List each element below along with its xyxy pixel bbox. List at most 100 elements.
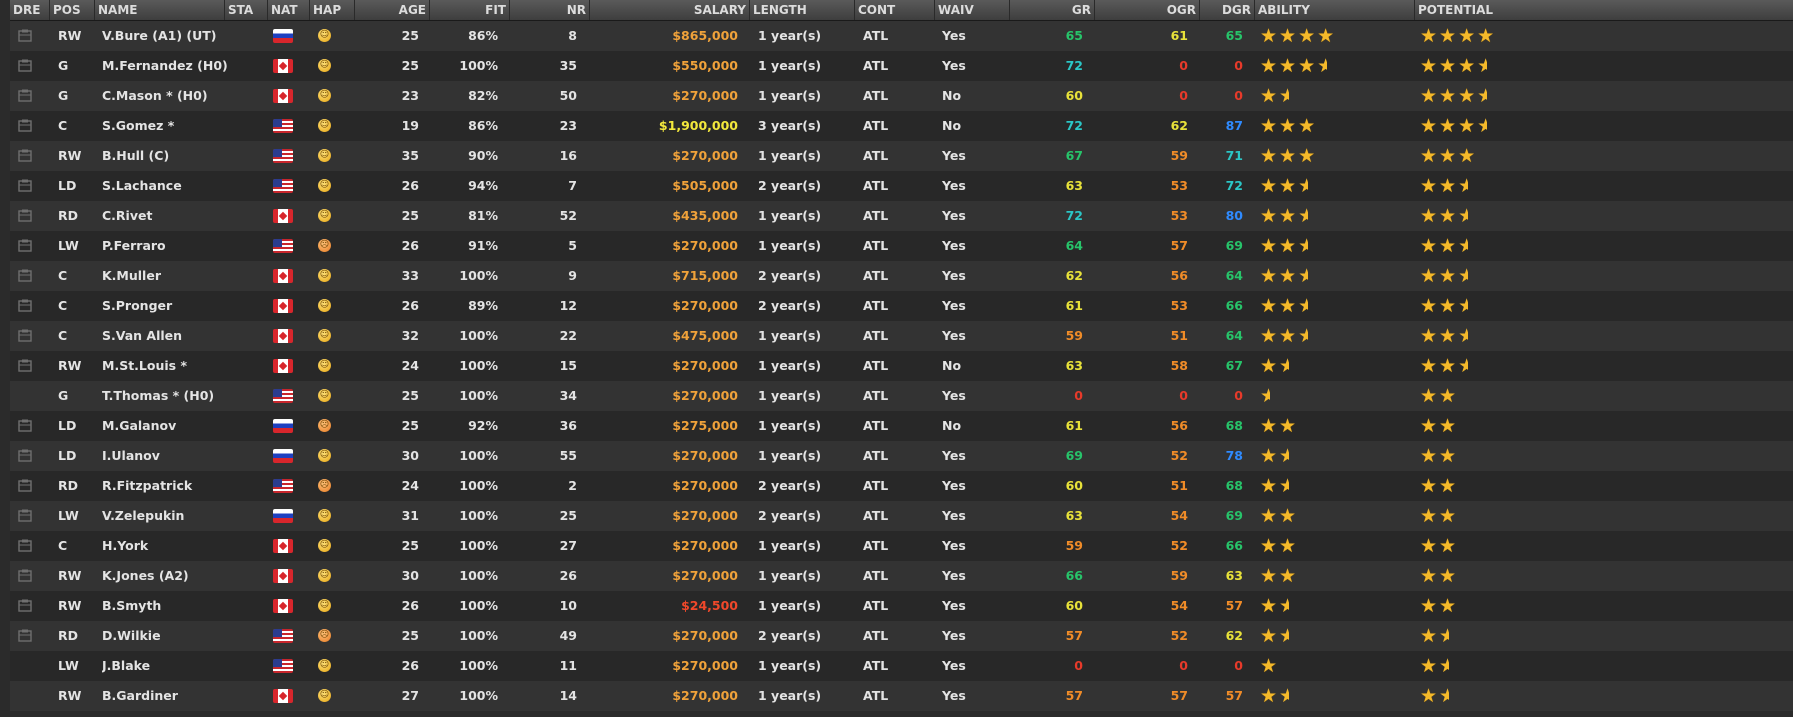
dressed-icon[interactable] xyxy=(18,359,32,372)
cell-name[interactable]: S.Pronger xyxy=(102,291,227,321)
col-fit[interactable]: FIT xyxy=(430,0,510,20)
cell-name[interactable]: T.Thomas * (H0) xyxy=(102,381,227,411)
cell-name[interactable]: K.Muller xyxy=(102,261,227,291)
star-icon: ★ xyxy=(1298,145,1318,167)
cell-name[interactable]: V.Zelepukin xyxy=(102,501,227,531)
col-length[interactable]: LENGTH xyxy=(750,0,855,20)
dressed-icon[interactable] xyxy=(18,569,32,582)
cell-name[interactable]: S.Van Allen xyxy=(102,321,227,351)
half-star-icon: ★ xyxy=(1458,291,1468,321)
col-dgr[interactable]: DGR xyxy=(1200,0,1255,20)
cell-name[interactable]: S.Lachance xyxy=(102,171,227,201)
flag-us-icon xyxy=(273,149,293,163)
table-row[interactable]: C S.Van Allen ☺ 32 100% 22 $475,000 1 year(s) AT… xyxy=(10,321,1793,351)
dressed-icon[interactable] xyxy=(18,269,32,282)
table-row[interactable]: RD D.Wilkie ☹ 25 100% 49 $270,000 2 year(s) ATL Y… xyxy=(10,621,1793,651)
dressed-icon[interactable] xyxy=(18,479,32,492)
dressed-icon[interactable] xyxy=(18,449,32,462)
cell-name[interactable]: M.St.Louis * xyxy=(102,351,227,381)
dressed-icon[interactable] xyxy=(18,629,32,642)
cell-length: 2 year(s) xyxy=(758,298,822,313)
star-icon: ★ xyxy=(1420,655,1440,677)
cell-name[interactable]: K.Jones (A2) xyxy=(102,561,227,591)
col-potential[interactable]: POTENTIAL xyxy=(1415,0,1585,20)
dressed-icon[interactable] xyxy=(18,539,32,552)
col-salary[interactable]: SALARY xyxy=(590,0,750,20)
dressed-icon[interactable] xyxy=(18,419,32,432)
cell-name[interactable]: C.Mason * (H0) xyxy=(102,81,227,111)
dressed-icon[interactable] xyxy=(18,29,32,42)
cell-name[interactable]: M.Fernandez (H0) xyxy=(102,51,227,81)
col-cont[interactable]: CONT xyxy=(855,0,935,20)
half-star-icon: ★ xyxy=(1279,441,1289,471)
table-row[interactable]: LD M.Galanov ☹ 25 92% 36 $275,000 1 year(s) ATL N… xyxy=(10,411,1793,441)
dressed-icon[interactable] xyxy=(18,59,32,72)
cell-name[interactable]: R.Fitzpatrick xyxy=(102,471,227,501)
col-waiv[interactable]: WAIV xyxy=(935,0,1010,20)
table-row[interactable]: C H.York ☺ 25 100% 27 $270,000 1 year(s) ATL Yes 5… xyxy=(10,531,1793,561)
dressed-icon[interactable] xyxy=(18,149,32,162)
neutral-face-icon: ☺ xyxy=(318,569,331,582)
cell-name[interactable]: S.Gomez * xyxy=(102,111,227,141)
col-name[interactable]: NAME xyxy=(95,0,225,20)
table-row[interactable]: G M.Fernandez (H0) ☺ 25 100% 35 $550,000 1 year… xyxy=(10,51,1793,81)
cell-name[interactable]: I.Ulanov xyxy=(102,441,227,471)
cell-salary: $270,000 xyxy=(672,448,738,463)
table-row[interactable]: RD R.Fitzpatrick ☹ 24 100% 2 $270,000 2 year(s)… xyxy=(10,471,1793,501)
col-dre[interactable]: DRE xyxy=(10,0,50,20)
star-icon: ★ xyxy=(1279,175,1299,197)
table-row[interactable]: LW J.Blake ☺ 26 100% 11 $270,000 1 year(s) ATL Ye… xyxy=(10,651,1793,681)
star-icon: ★ xyxy=(1439,325,1459,347)
dressed-icon[interactable] xyxy=(18,119,32,132)
col-hap[interactable]: HAP xyxy=(310,0,355,20)
dressed-icon[interactable] xyxy=(18,179,32,192)
table-row[interactable]: C S.Gomez * ☺ 19 86% 23 $1,900,000 3 year(s) ATL… xyxy=(10,111,1793,141)
col-ability[interactable]: ABILITY xyxy=(1255,0,1415,20)
table-row[interactable]: RW M.St.Louis * ☺ 24 100% 15 $270,000 1 year(s)… xyxy=(10,351,1793,381)
table-row[interactable]: RD C.Rivet ☺ 25 81% 52 $435,000 1 year(s) ATL Yes… xyxy=(10,201,1793,231)
cell-name[interactable]: M.Galanov xyxy=(102,411,227,441)
table-row[interactable]: LD S.Lachance ☺ 26 94% 7 $505,000 2 year(s) ATL Y… xyxy=(10,171,1793,201)
dressed-icon[interactable] xyxy=(18,89,32,102)
cell-name[interactable]: H.York xyxy=(102,531,227,561)
dressed-icon[interactable] xyxy=(18,599,32,612)
table-row[interactable]: C K.Muller ☺ 33 100% 9 $715,000 2 year(s) ATL Yes… xyxy=(10,261,1793,291)
half-star-icon: ★ xyxy=(1298,321,1308,351)
table-row[interactable]: LW P.Ferraro ☹ 26 91% 5 $270,000 1 year(s) ATL Ye… xyxy=(10,231,1793,261)
cell-name[interactable]: J.Blake xyxy=(102,651,227,681)
cell-name[interactable]: B.Smyth xyxy=(102,591,227,621)
table-row[interactable]: RW B.Gardiner ☺ 27 100% 14 $270,000 1 year(s) AT… xyxy=(10,681,1793,711)
table-row[interactable]: G C.Mason * (H0) ☺ 23 82% 50 $270,000 1 year(s)… xyxy=(10,81,1793,111)
table-row[interactable]: LD I.Ulanov ☺ 30 100% 55 $270,000 1 year(s) ATL Y… xyxy=(10,441,1793,471)
dressed-icon[interactable] xyxy=(18,299,32,312)
table-row[interactable]: G T.Thomas * (H0) ☺ 25 100% 34 $270,000 1 year(… xyxy=(10,381,1793,411)
col-ogr[interactable]: OGR xyxy=(1095,0,1200,20)
table-row[interactable]: RW V.Bure (A1) (UT) ☺ 25 86% 8 $865,000 1 year(… xyxy=(10,21,1793,51)
table-row[interactable]: RW K.Jones (A2) ☺ 30 100% 26 $270,000 1 year(s)… xyxy=(10,561,1793,591)
col-gr[interactable]: GR xyxy=(1010,0,1095,20)
dressed-icon[interactable] xyxy=(18,329,32,342)
col-nr[interactable]: NR xyxy=(510,0,590,20)
dressed-icon[interactable] xyxy=(18,239,32,252)
cell-pos: C xyxy=(58,328,68,343)
half-star-icon: ★ xyxy=(1477,51,1487,81)
col-nat[interactable]: NAT xyxy=(268,0,310,20)
cell-name[interactable]: D.Wilkie xyxy=(102,621,227,651)
cell-gr: 0 xyxy=(1074,658,1083,673)
dressed-icon[interactable] xyxy=(18,509,32,522)
table-row[interactable]: RW B.Smyth ☺ 26 100% 10 $24,500 1 year(s) ATL Yes… xyxy=(10,591,1793,621)
cell-name[interactable]: B.Gardiner xyxy=(102,681,227,711)
col-sta[interactable]: STA xyxy=(225,0,268,20)
cell-name[interactable]: C.Rivet xyxy=(102,201,227,231)
cell-length: 1 year(s) xyxy=(758,358,822,373)
star-icon: ★ xyxy=(1260,325,1280,347)
col-pos[interactable]: POS xyxy=(50,0,95,20)
cell-name[interactable]: P.Ferraro xyxy=(102,231,227,261)
cell-name[interactable]: V.Bure (A1) (UT) xyxy=(102,21,227,51)
col-age[interactable]: AGE xyxy=(355,0,430,20)
dressed-icon[interactable] xyxy=(18,209,32,222)
table-row[interactable]: LW V.Zelepukin ☺ 31 100% 25 $270,000 2 year(s) A… xyxy=(10,501,1793,531)
table-row[interactable]: RW B.Hull (C) ☺ 35 90% 16 $270,000 1 year(s) ATL… xyxy=(10,141,1793,171)
cell-name[interactable]: B.Hull (C) xyxy=(102,141,227,171)
table-row[interactable]: C S.Pronger ☺ 26 89% 12 $270,000 2 year(s) ATL Ye… xyxy=(10,291,1793,321)
